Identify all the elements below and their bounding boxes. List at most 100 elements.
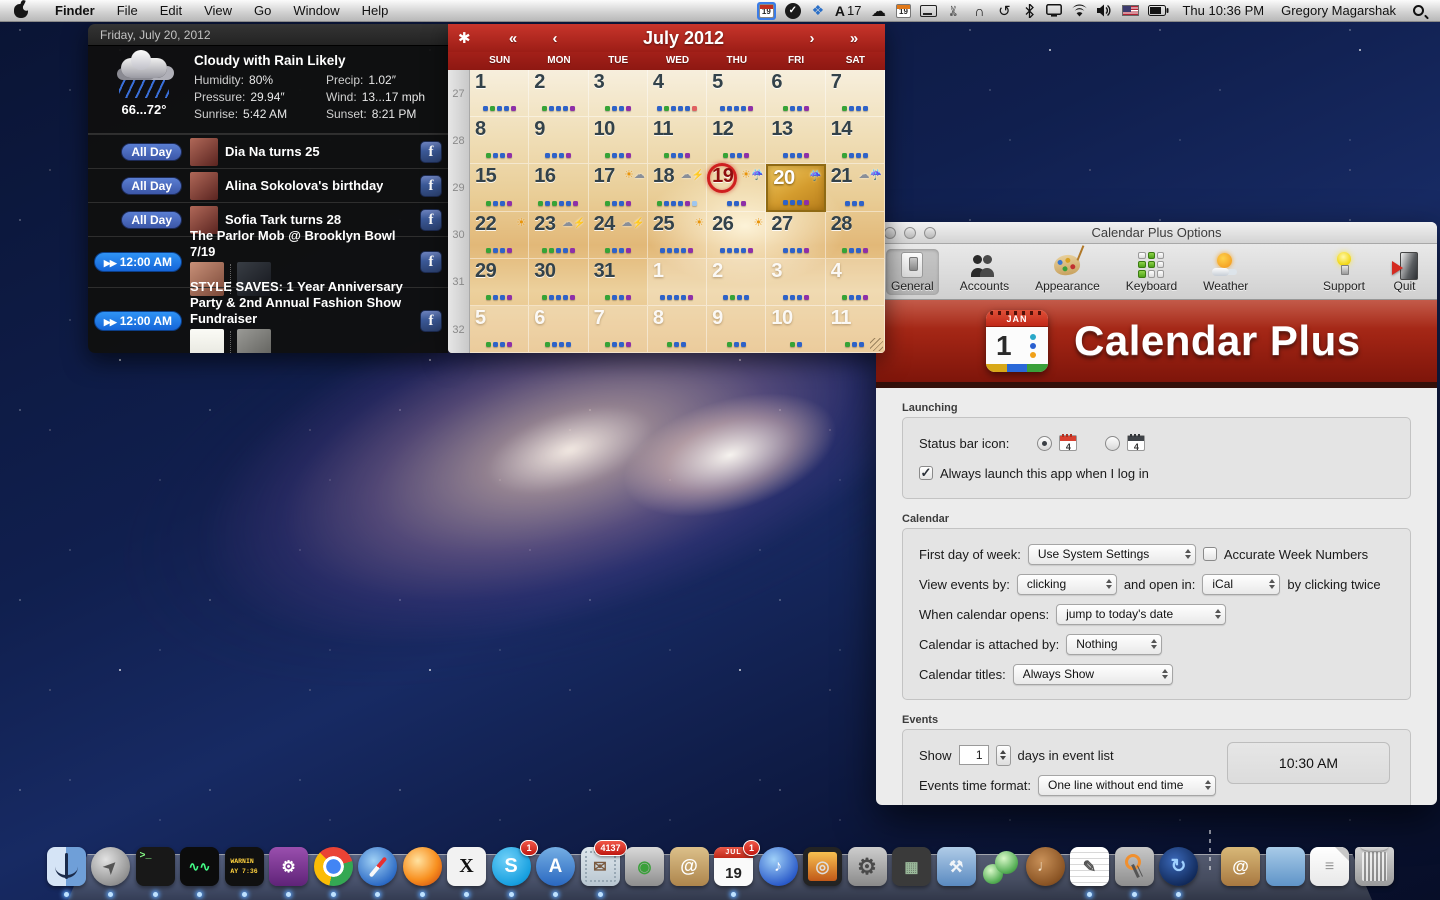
system-preferences-dock-icon[interactable]: ⚙: [848, 847, 887, 886]
dropbox-status-icon[interactable]: ❖: [810, 2, 826, 20]
calendar-day-5[interactable]: 5: [707, 70, 766, 117]
wifi-status-icon[interactable]: [1071, 2, 1088, 20]
calendar-day-24[interactable]: 24☁⚡: [589, 212, 648, 259]
mail-dock-icon[interactable]: ✉4137: [581, 847, 620, 886]
calendar-day-11[interactable]: 11: [648, 117, 707, 164]
safari-dock-icon[interactable]: [358, 847, 397, 886]
gear-icon[interactable]: ✱: [458, 29, 492, 47]
toolbar-quit-button[interactable]: Quit: [1386, 249, 1423, 295]
calendar-day-8[interactable]: 8: [470, 117, 529, 164]
calendar-day-20[interactable]: 20☔: [766, 164, 825, 211]
toolbar-accounts-button[interactable]: Accounts: [955, 249, 1014, 295]
calendar-day-9[interactable]: 9: [529, 117, 588, 164]
garageband-dock-icon[interactable]: ♩: [1026, 847, 1065, 886]
finder-dock-icon[interactable]: [47, 847, 86, 886]
resize-grip[interactable]: [870, 338, 883, 351]
contacts-dock-icon[interactable]: @: [1221, 847, 1260, 886]
open-in-dropdown[interactable]: iCal: [1202, 574, 1280, 595]
itunes-dock-icon[interactable]: ♪: [759, 847, 798, 886]
options-title-bar[interactable]: Calendar Plus Options: [876, 222, 1437, 244]
calendar-day-7[interactable]: 7: [826, 70, 885, 117]
calendar-day-13[interactable]: 13: [766, 117, 825, 164]
trash-dock-icon[interactable]: [1355, 847, 1394, 886]
calendar-day-2[interactable]: 2: [529, 70, 588, 117]
calendar-titles-dropdown[interactable]: Always Show: [1013, 664, 1173, 685]
calendar-day-3[interactable]: 3: [589, 70, 648, 117]
calendar-day-29[interactable]: 29: [470, 259, 529, 306]
documents-folder-dock-icon[interactable]: [1266, 847, 1305, 886]
first-day-dropdown[interactable]: Use System Settings: [1028, 544, 1196, 565]
volume-status-icon[interactable]: [1097, 2, 1113, 20]
chrome-dock-icon[interactable]: [314, 847, 353, 886]
calendar-day-16[interactable]: 16: [529, 164, 588, 211]
calendar-day-31[interactable]: 31: [589, 259, 648, 306]
calendar-day-aug-3[interactable]: 3: [766, 259, 825, 306]
calendar-day-1[interactable]: 1: [470, 70, 529, 117]
bluetooth-status-icon[interactable]: [1021, 2, 1037, 20]
calendar-day-30[interactable]: 30: [529, 259, 588, 306]
time-preview-button[interactable]: 10:30 AM: [1227, 742, 1390, 784]
calendar-plus-status-icon[interactable]: 19: [757, 2, 776, 20]
menu-help[interactable]: Help: [351, 0, 400, 22]
calendar-day-21[interactable]: 21☁☔: [826, 164, 885, 211]
xchat-dock-icon[interactable]: X: [447, 847, 486, 886]
iphoto-dock-icon[interactable]: ◎: [803, 847, 842, 886]
toolbar-weather-button[interactable]: Weather: [1198, 249, 1253, 295]
app-store-dock-icon[interactable]: A: [536, 847, 575, 886]
toolbar-support-button[interactable]: Support: [1318, 249, 1370, 295]
calendar-day-10[interactable]: 10: [589, 117, 648, 164]
next-year-button[interactable]: »: [833, 30, 875, 47]
checkmark-status-icon[interactable]: ✓: [785, 3, 801, 19]
status-icon-radio-red[interactable]: [1037, 436, 1052, 451]
xcode-dock-icon[interactable]: ⚒: [937, 847, 976, 886]
calendar-day-14[interactable]: 14: [826, 117, 885, 164]
apple-menu-icon[interactable]: [14, 4, 28, 18]
calendar-day-22[interactable]: 22☀: [470, 212, 529, 259]
menu-edit[interactable]: Edit: [149, 0, 193, 22]
keychain-dock-icon[interactable]: [1115, 847, 1154, 886]
calendar-day-aug-7[interactable]: 7: [589, 306, 648, 353]
calendar-day-aug-4[interactable]: 4: [826, 259, 885, 306]
spotlight-icon[interactable]: [1413, 5, 1424, 16]
cloud-status-icon[interactable]: ☁: [870, 2, 886, 20]
calendar-day-aug-1[interactable]: 1: [648, 259, 707, 306]
address-book-dock-icon[interactable]: @: [670, 847, 709, 886]
calendar-day-23[interactable]: 23☁⚡: [529, 212, 588, 259]
zoom-button[interactable]: [924, 227, 936, 239]
calendar-day-17[interactable]: 17☀☁: [589, 164, 648, 211]
close-button[interactable]: [884, 227, 896, 239]
app-a-status-icon[interactable]: A17: [835, 2, 862, 20]
documents-stack-dock-icon[interactable]: ≡: [1310, 847, 1349, 886]
days-count-field[interactable]: 1: [959, 745, 989, 765]
ical-dock-icon[interactable]: 191: [714, 847, 753, 886]
calendar-day-26[interactable]: 26☀: [707, 212, 766, 259]
calendar-day-4[interactable]: 4: [648, 70, 707, 117]
skype-dock-icon[interactable]: S1: [492, 847, 531, 886]
calendar-day-aug-10[interactable]: 10: [766, 306, 825, 353]
calendar-day-12[interactable]: 12: [707, 117, 766, 164]
calendar-day-aug-8[interactable]: 8: [648, 306, 707, 353]
menu-file[interactable]: File: [106, 0, 149, 22]
calendar-day-15[interactable]: 15: [470, 164, 529, 211]
firefox-dock-icon[interactable]: [403, 847, 442, 886]
event-row[interactable]: All DayDia Na turns 25f: [88, 134, 448, 168]
launchpad-dock-icon[interactable]: ➤: [91, 847, 130, 886]
activity-monitor-dock-icon[interactable]: ∿∿: [180, 847, 219, 886]
calendar-day-aug-5[interactable]: 5: [470, 306, 529, 353]
status-icon-radio-dark[interactable]: [1105, 436, 1120, 451]
menu-view[interactable]: View: [193, 0, 243, 22]
event-row[interactable]: ▶▶12:00 AMSTYLE SAVES: 1 Year Anniversar…: [88, 287, 448, 353]
menu-go[interactable]: Go: [243, 0, 282, 22]
textedit-dock-icon[interactable]: ✎: [1070, 847, 1109, 886]
battery-status-icon[interactable]: [1148, 2, 1169, 20]
calendar-day-6[interactable]: 6: [766, 70, 825, 117]
orange-calendar-status-icon[interactable]: 19: [895, 2, 911, 20]
attached-by-dropdown[interactable]: Nothing: [1066, 634, 1162, 655]
calendar-day-25[interactable]: 25☀: [648, 212, 707, 259]
menu-window[interactable]: Window: [282, 0, 350, 22]
calendar-day-aug-2[interactable]: 2: [707, 259, 766, 306]
calendar-day-18[interactable]: 18☁⚡: [648, 164, 707, 211]
calendar-day-28[interactable]: 28: [826, 212, 885, 259]
green-orbs-dock-icon[interactable]: [981, 847, 1020, 886]
time-format-dropdown[interactable]: One line without end time: [1038, 775, 1216, 796]
